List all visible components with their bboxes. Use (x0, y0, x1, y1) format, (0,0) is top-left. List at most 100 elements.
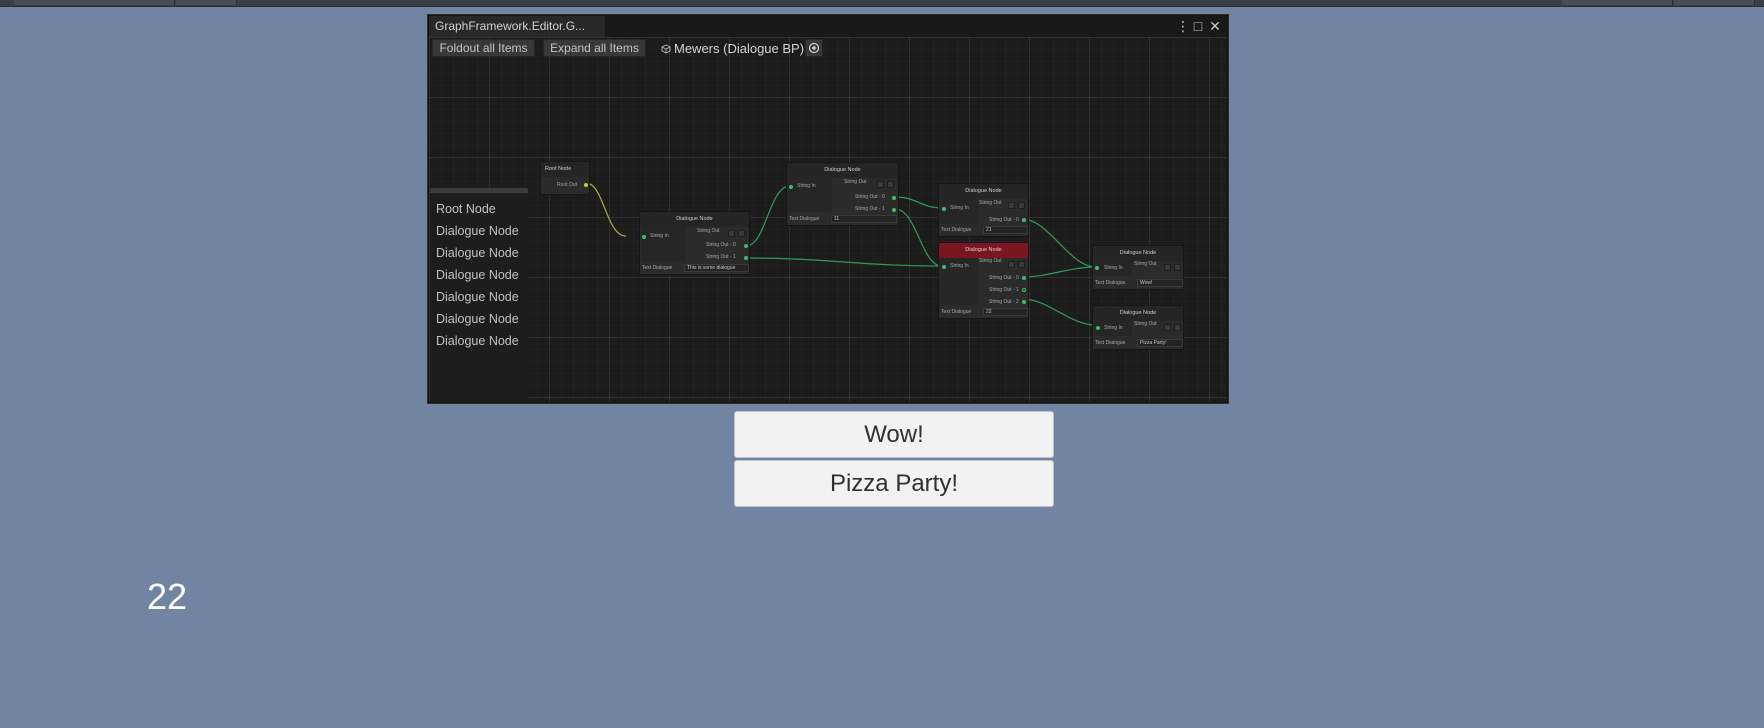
field-label: Text Dialogue (1095, 340, 1126, 346)
input-port[interactable] (789, 185, 793, 189)
top-strip-segment (1562, 0, 1673, 5)
sidebar-item-dialogue-node[interactable]: Dialogue Node (436, 221, 519, 241)
add-port-button[interactable] (728, 230, 735, 237)
input-port[interactable] (942, 265, 946, 269)
edge-n2-to-n3 (894, 196, 943, 209)
port-label: String Out (1134, 261, 1157, 267)
edge-n1-to-n4 (745, 257, 943, 267)
port-label: String Out (979, 258, 1002, 264)
remove-port-button[interactable] (738, 230, 745, 237)
text-dialogue-field[interactable]: 11 (831, 215, 897, 223)
choice-button-pizza-party[interactable]: Pizza Party! (734, 460, 1054, 507)
input-port[interactable] (1095, 266, 1099, 270)
port-label: String Out (1134, 321, 1157, 327)
top-strip-segment (1674, 0, 1755, 5)
edge-n2-to-n4 (894, 208, 943, 267)
asset-label: Mewers (Dialogue BP) (674, 41, 805, 56)
window-titlebar: GraphFramework.Editor.G... ⋮ □ ✕ (429, 16, 1227, 37)
input-port[interactable] (942, 207, 946, 211)
output-port[interactable] (1022, 218, 1026, 222)
expand-all-button[interactable]: Expand all Items (543, 39, 646, 57)
edge-n4-to-n6 (1021, 298, 1097, 326)
sidebar-item-dialogue-node[interactable]: Dialogue Node (436, 309, 519, 329)
choice-button-wow[interactable]: Wow! (734, 411, 1054, 458)
remove-port-button[interactable] (1174, 324, 1181, 331)
edge-root-to-n1 (585, 182, 627, 237)
current-node-counter: 22 (147, 576, 188, 617)
field-label: Text Dialogue (1095, 280, 1126, 286)
text-dialogue-field[interactable]: Wow! (1137, 279, 1183, 287)
edge-n1-to-n2 (745, 185, 791, 247)
port-label: String Out - 1 (706, 254, 736, 260)
dialogue-node[interactable]: Dialogue Node String In String Out Text … (1092, 245, 1184, 290)
asset-reference[interactable]: Mewers (Dialogue BP) (661, 40, 804, 58)
node-title: Dialogue Node (939, 184, 1028, 199)
port-label: String Out - 1 (989, 287, 1019, 293)
add-port-button[interactable] (1164, 324, 1171, 331)
add-port-button[interactable] (1008, 261, 1015, 268)
window-tab[interactable]: GraphFramework.Editor.G... (429, 16, 606, 37)
input-port[interactable] (1096, 326, 1100, 330)
port-label: String Out - 0 (989, 275, 1019, 281)
asset-cube-icon (661, 44, 671, 54)
output-port[interactable] (744, 244, 748, 248)
remove-port-button[interactable] (1018, 261, 1025, 268)
close-icon[interactable]: ✕ (1208, 17, 1222, 35)
maximize-icon[interactable]: □ (1191, 17, 1205, 35)
text-dialogue-field[interactable]: 21 (983, 226, 1028, 234)
port-label: String Out - 0 (855, 194, 885, 200)
output-port[interactable] (892, 208, 896, 212)
text-dialogue-field[interactable]: 22 (983, 308, 1028, 316)
sidebar-item-dialogue-node[interactable]: Dialogue Node (436, 287, 519, 307)
kebab-menu-icon[interactable]: ⋮ (1176, 17, 1190, 35)
port-label: Root Out (557, 182, 578, 188)
dialogue-node[interactable]: Dialogue Node String In String Out Text … (1092, 305, 1184, 350)
output-port[interactable] (744, 256, 748, 260)
node-title: Dialogue Node (640, 212, 749, 227)
dialogue-node[interactable]: Dialogue Node String In String Out Strin… (639, 211, 750, 275)
output-port[interactable] (584, 183, 588, 187)
field-label: Text Dialogue (941, 309, 972, 315)
remove-port-button[interactable] (1018, 202, 1025, 209)
root-node[interactable]: Root Node Root Out (540, 161, 590, 195)
dialogue-node-selected[interactable]: Dialogue Node String In String Out Strin… (938, 242, 1029, 319)
sidebar-item-dialogue-node[interactable]: Dialogue Node (436, 331, 519, 351)
add-port-button[interactable] (877, 181, 884, 188)
edge-n4-to-n5 (1021, 266, 1097, 278)
edge-n3-to-n5 (1021, 218, 1097, 268)
output-port[interactable] (1022, 300, 1026, 304)
sidebar-item-dialogue-node[interactable]: Dialogue Node (436, 265, 519, 285)
port-label: String In (950, 205, 969, 211)
panel-drag-handle[interactable] (430, 188, 528, 193)
text-dialogue-field[interactable]: Pizza Party! (1137, 339, 1183, 347)
node-title: Dialogue Node (1093, 306, 1183, 321)
add-port-button[interactable] (1008, 202, 1015, 209)
port-label: String In (1104, 325, 1123, 331)
port-label: String Out (844, 179, 867, 185)
sidebar-item-dialogue-node[interactable]: Dialogue Node (436, 243, 519, 263)
dialogue-node[interactable]: Dialogue Node String In String Out Strin… (938, 183, 1029, 237)
node-list-panel: Root Node Dialogue Node Dialogue Node Di… (430, 188, 528, 401)
remove-port-button[interactable] (887, 181, 894, 188)
port-label: String Out - 0 (706, 242, 736, 248)
foldout-all-button[interactable]: Foldout all Items (432, 39, 535, 57)
add-port-button[interactable] (1164, 264, 1171, 271)
input-port[interactable] (642, 235, 646, 239)
port-label: String Out (697, 228, 720, 234)
node-title: Root Node (541, 162, 589, 177)
output-port[interactable] (1022, 288, 1026, 292)
sidebar-item-root-node[interactable]: Root Node (436, 199, 496, 219)
port-label: String In (1104, 265, 1123, 271)
port-label: String In (797, 183, 816, 189)
text-dialogue-field[interactable]: This is some dialogue (684, 264, 749, 272)
remove-port-button[interactable] (1174, 264, 1181, 271)
field-label: Text Dialogue (642, 265, 673, 271)
ping-asset-button[interactable] (805, 39, 823, 57)
port-label: String Out - 2 (989, 299, 1019, 305)
dialogue-node[interactable]: Dialogue Node String In String Out Strin… (786, 162, 899, 226)
node-title: Dialogue Node (939, 243, 1028, 258)
output-port[interactable] (1022, 276, 1026, 280)
top-strip-segment (14, 0, 175, 5)
port-label: String Out - 0 (989, 217, 1019, 223)
output-port[interactable] (892, 196, 896, 200)
